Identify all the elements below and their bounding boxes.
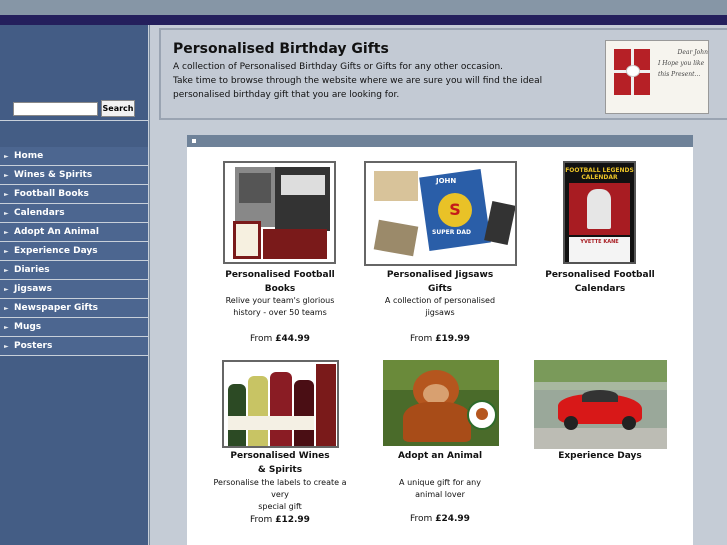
product-desc: A unique gift for any animal lover xyxy=(399,478,481,499)
product-desc: Relive your team's glorious history - ove… xyxy=(225,296,335,317)
sidebar-item-football-books[interactable]: ► Football Books xyxy=(0,185,148,204)
sidebar-item-label: Posters xyxy=(14,341,53,351)
chevron-right-icon: ► xyxy=(4,342,9,350)
sidebar-item-label: Wines & Spirits xyxy=(14,170,93,180)
sidebar-nav: ► Home ► Wines & Spirits ► Football Books ►… xyxy=(0,147,148,356)
product-price: From £24.99 xyxy=(410,514,470,524)
search-button[interactable]: Search xyxy=(101,100,135,117)
sidebar-item-wines-spirits[interactable]: ► Wines & Spirits xyxy=(0,166,148,185)
sidebar-item-label: Adopt An Animal xyxy=(14,227,99,237)
sidebar-item-diaries[interactable]: ► Diaries xyxy=(0,261,148,280)
intro-line: A collection of Personalised Birthday Gi… xyxy=(173,62,504,72)
product-image-football-calendars[interactable]: FOOTBALL LEGENDS CALENDAR YVETTE KANE xyxy=(563,161,636,264)
product-image-football-books[interactable] xyxy=(223,161,336,264)
top-strip xyxy=(0,0,727,15)
product-price: From £19.99 xyxy=(410,334,470,344)
sidebar-item-label: Diaries xyxy=(14,265,50,275)
chevron-right-icon: ► xyxy=(4,247,9,255)
product-title[interactable]: Experience Days xyxy=(544,449,656,463)
search-input[interactable] xyxy=(13,102,98,116)
sidebar-item-experience-days[interactable]: ► Experience Days xyxy=(0,242,148,261)
sidebar-item-newspaper-gifts[interactable]: ► Newspaper Gifts xyxy=(0,299,148,318)
chevron-right-icon: ► xyxy=(4,323,9,331)
chevron-right-icon: ► xyxy=(4,190,9,198)
chevron-right-icon: ► xyxy=(4,209,9,217)
sidebar-item-label: Mugs xyxy=(14,322,42,332)
sidebar-item-mugs[interactable]: ► Mugs xyxy=(0,318,148,337)
chevron-right-icon: ► xyxy=(4,228,9,236)
chevron-right-icon: ► xyxy=(4,266,9,274)
sidebar-item-home[interactable]: ► Home xyxy=(0,147,148,166)
sidebar-item-label: Home xyxy=(14,151,44,161)
intro-text: A collection of Personalised Birthday Gi… xyxy=(173,60,573,102)
product-title[interactable]: Personalised Wines & Spirits xyxy=(224,449,336,477)
top-bar xyxy=(0,15,727,25)
sidebar-item-posters[interactable]: ► Posters xyxy=(0,337,148,356)
sidebar-item-label: Newspaper Gifts xyxy=(14,303,98,313)
chevron-right-icon: ► xyxy=(4,285,9,293)
product-price: From £12.99 xyxy=(250,515,310,525)
chevron-right-icon: ► xyxy=(4,171,9,179)
product-desc: A collection of personalised jigsaws xyxy=(384,296,496,317)
product-image-wines-spirits[interactable] xyxy=(222,360,339,448)
gift-box-icon xyxy=(614,49,650,95)
birthday-card-image: Dear John I Hope you like this Present..… xyxy=(605,40,709,114)
sidebar-item-label: Football Books xyxy=(14,189,89,199)
sidebar-item-calendars[interactable]: ► Calendars xyxy=(0,204,148,223)
product-price: From £44.99 xyxy=(250,334,310,344)
product-desc: Personalise the labels to create a very s… xyxy=(213,478,347,511)
product-title[interactable]: Personalised Football Books xyxy=(224,268,336,296)
intro-line: Take time to browse through the website … xyxy=(173,76,543,86)
product-title[interactable]: Personalised Jigsaws Gifts xyxy=(384,268,496,296)
product-title[interactable]: Personalised Football Calendars xyxy=(544,268,656,296)
sidebar-item-label: Experience Days xyxy=(14,246,98,256)
sidebar-item-label: Jigsaws xyxy=(14,284,52,294)
panel-header xyxy=(187,135,693,147)
bullet-icon xyxy=(192,139,196,143)
card-handwriting: Dear John I Hope you like this Present..… xyxy=(658,49,708,78)
page-title: Personalised Birthday Gifts xyxy=(173,41,389,57)
sidebar-item-adopt-an-animal[interactable]: ► Adopt An Animal xyxy=(0,223,148,242)
chevron-right-icon: ► xyxy=(4,304,9,312)
sidebar-item-jigsaws[interactable]: ► Jigsaws xyxy=(0,280,148,299)
product-image-jigsaws[interactable]: S JOHN SUPER DAD xyxy=(364,161,517,266)
intro-line: personalised birthday gift that you are … xyxy=(173,90,400,100)
product-title[interactable]: Adopt an Animal xyxy=(384,449,496,463)
sidebar-item-label: Calendars xyxy=(14,208,65,218)
product-image-adopt-animal[interactable] xyxy=(383,360,499,446)
chevron-right-icon: ► xyxy=(4,152,9,160)
product-image-experience-days[interactable] xyxy=(534,360,667,449)
